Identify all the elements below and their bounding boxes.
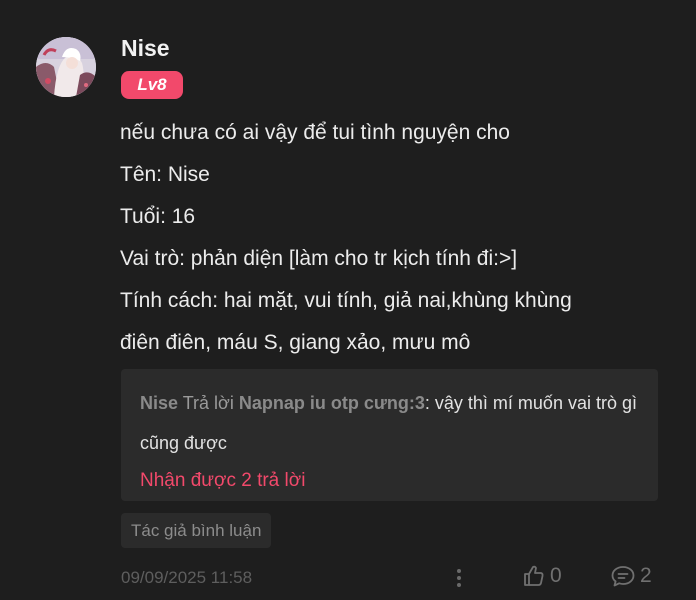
more-button[interactable] — [452, 566, 466, 590]
avatar[interactable] — [36, 37, 96, 97]
more-vertical-icon — [457, 569, 461, 587]
reply-author[interactable]: Nise — [140, 393, 178, 413]
reply-count: 2 — [640, 564, 652, 587]
comment-line: Vai trò: phản diện [làm cho tr kịch tính… — [120, 247, 518, 270]
comment-line: điên điên, máu S, giang xảo, mưu mô — [120, 331, 471, 354]
comment-card: Nise Lv8 nếu chưa có ai vậy để tui tình … — [0, 0, 696, 600]
reply-verb: Trả lời — [182, 393, 234, 413]
comment-line: Tính cách: hai mặt, vui tính, giả nai,kh… — [120, 289, 572, 312]
reply-text: Nise Trả lời Napnap iu otp cưng:3: vậy t… — [140, 383, 645, 463]
avatar-image — [36, 37, 96, 97]
comment-bubble-icon — [611, 566, 635, 587]
reply-target[interactable]: Napnap iu otp cưng:3 — [239, 393, 425, 413]
author-tag: Tác giả bình luận — [121, 513, 272, 548]
comment-body: nếu chưa có ai vậy để tui tình nguyện ch… — [120, 112, 680, 364]
username[interactable]: Nise — [121, 34, 170, 62]
reply-button[interactable]: 2 — [610, 564, 652, 588]
comment-line: nếu chưa có ai vậy để tui tình nguyện ch… — [120, 121, 510, 144]
like-count: 0 — [550, 564, 562, 587]
comment-line: Tuổi: 16 — [120, 205, 196, 228]
comment-line: Tên: Nise — [120, 163, 210, 186]
like-button[interactable]: 0 — [522, 564, 562, 588]
view-replies-link[interactable]: Nhận được 2 trả lời — [140, 467, 305, 495]
level-badge: Lv8 — [121, 71, 183, 99]
timestamp: 09/09/2025 11:58 — [121, 568, 253, 587]
reply-preview[interactable]: Nise Trả lời Napnap iu otp cưng:3: vậy t… — [121, 369, 658, 501]
thumbs-up-icon — [524, 565, 544, 586]
